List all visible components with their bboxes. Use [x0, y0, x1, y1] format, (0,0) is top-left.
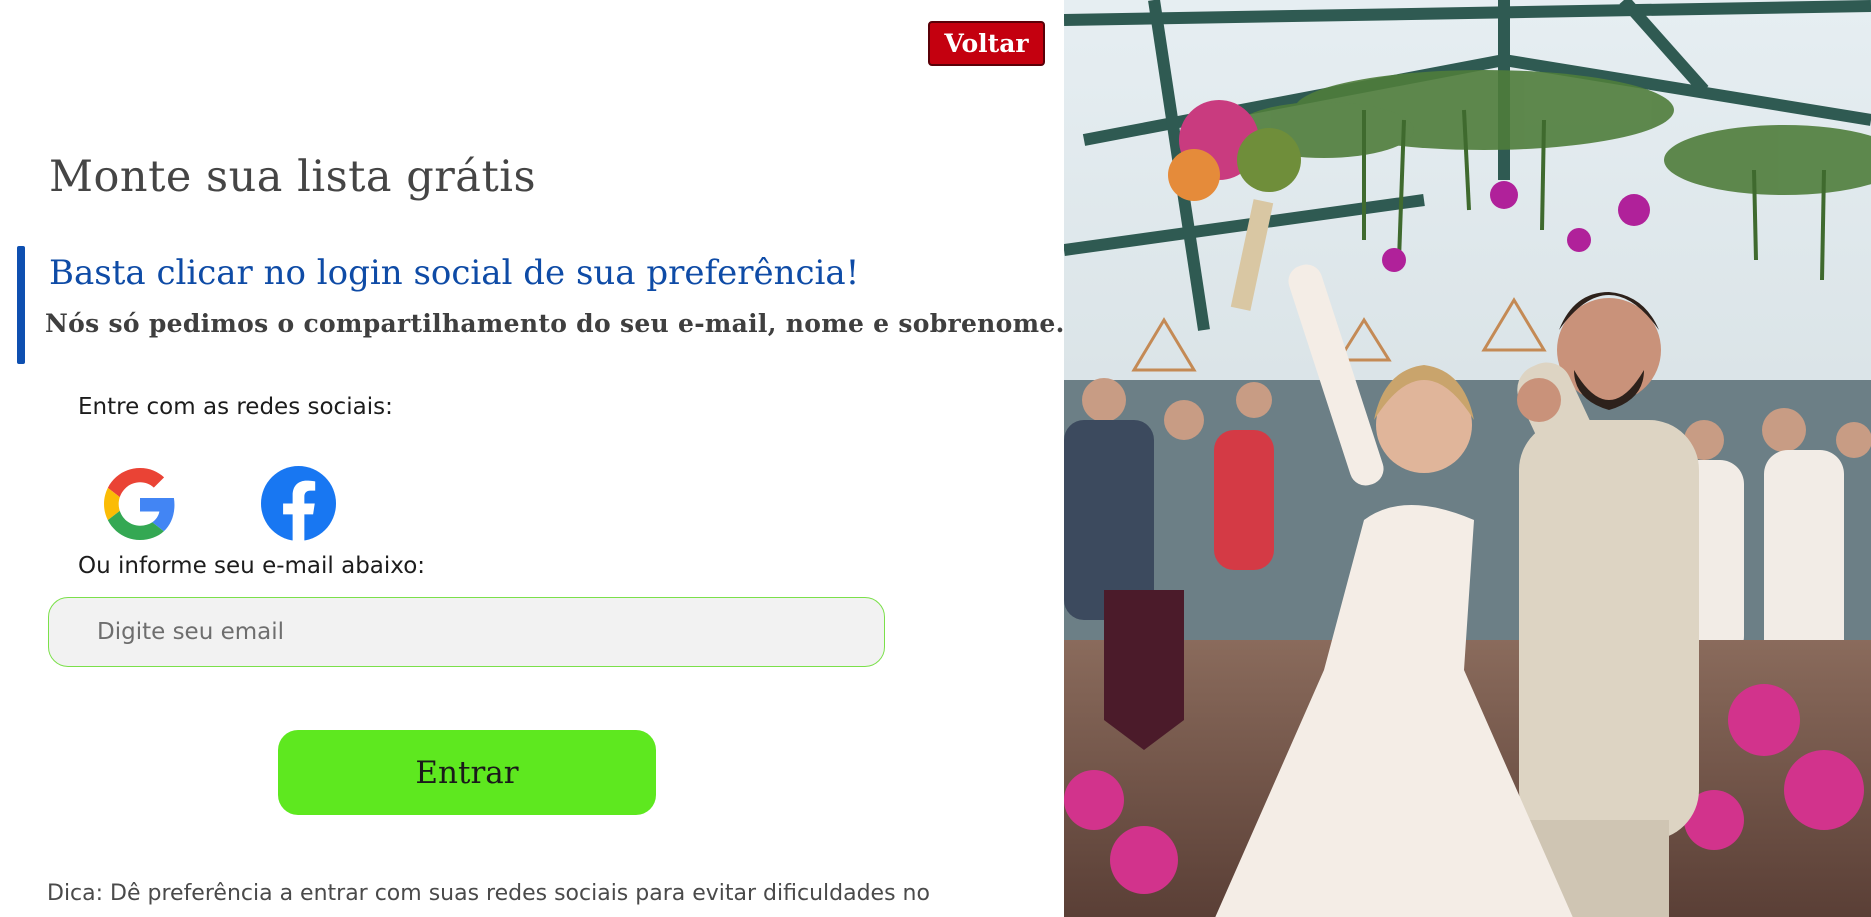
wedding-photo-illustration: [1064, 0, 1871, 917]
email-label: Ou informe seu e-mail abaixo:: [78, 553, 426, 579]
login-panel: Voltar Monte sua lista grátis Basta clic…: [0, 0, 1064, 917]
back-button[interactable]: Voltar: [928, 21, 1045, 66]
tip-text: Dica: Dê preferência a entrar com suas r…: [47, 881, 930, 906]
facebook-icon: [261, 466, 336, 542]
google-icon: [104, 468, 175, 540]
facebook-login-button[interactable]: [261, 466, 336, 542]
submit-button[interactable]: Entrar: [278, 730, 656, 815]
email-input[interactable]: [48, 597, 885, 667]
page-title: Monte sua lista grátis: [49, 152, 537, 202]
accent-bar: [17, 246, 25, 364]
google-login-button[interactable]: [104, 468, 176, 540]
social-login-label: Entre com as redes sociais:: [78, 394, 393, 420]
subtitle: Basta clicar no login social de sua pref…: [49, 253, 860, 293]
wedding-photo: [1064, 0, 1871, 917]
privacy-note: Nós só pedimos o compartilhamento do seu…: [45, 309, 1065, 338]
